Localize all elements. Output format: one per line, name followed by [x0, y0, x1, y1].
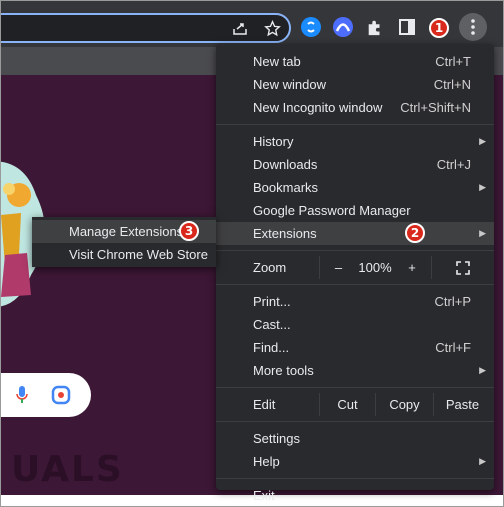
menu-divider [216, 124, 494, 125]
zoom-label: Zoom [253, 260, 287, 275]
cut-button[interactable]: Cut [319, 393, 375, 416]
menu-item-find[interactable]: Find... Ctrl+F [216, 336, 494, 359]
menu-label: Extensions [253, 226, 317, 241]
menu-item-extensions[interactable]: Extensions 2 ▶ [216, 222, 494, 245]
kebab-menu-button[interactable] [459, 13, 487, 41]
chrome-main-menu: New tab Ctrl+T New window Ctrl+N New Incog… [216, 44, 494, 503]
share-icon[interactable] [228, 16, 252, 40]
menu-item-password-manager[interactable]: Google Password Manager [216, 199, 494, 222]
menu-label: Exit [253, 488, 275, 503]
toolbar: 1 [1, 1, 503, 47]
menu-label: Downloads [253, 157, 318, 172]
menu-label: New window [253, 77, 326, 92]
submenu-item-manage-extensions[interactable]: Manage Extensions 3 [32, 220, 216, 243]
menu-shortcut: Ctrl+T [435, 54, 471, 69]
edit-row: Edit Cut Copy Paste [216, 393, 494, 416]
menu-divider [216, 387, 494, 388]
menu-label: Settings [253, 431, 300, 446]
menu-label: New Incognito window [253, 100, 383, 115]
menu-label: Help [253, 454, 280, 469]
submenu-arrow-icon: ▶ [479, 365, 486, 375]
zoom-row: Zoom – 100% + [216, 256, 494, 279]
menu-item-downloads[interactable]: Downloads Ctrl+J [216, 153, 494, 176]
menu-label: Cast... [253, 317, 291, 332]
edit-label: Edit [253, 397, 276, 412]
search-box[interactable] [1, 373, 91, 417]
menu-item-exit[interactable]: Exit [216, 484, 494, 506]
three-dots-icon [471, 19, 475, 35]
menu-item-settings[interactable]: Settings [216, 427, 494, 450]
zoom-in-button[interactable]: + [393, 256, 431, 279]
menu-item-print[interactable]: Print... Ctrl+P [216, 290, 494, 313]
step-badge-1: 1 [429, 18, 449, 38]
menu-item-cast[interactable]: Cast... [216, 313, 494, 336]
menu-shortcut: Ctrl+P [434, 294, 471, 309]
menu-item-new-window[interactable]: New window Ctrl+N [216, 73, 494, 96]
submenu-item-visit-web-store[interactable]: Visit Chrome Web Store [32, 243, 216, 266]
submenu-arrow-icon: ▶ [479, 228, 486, 238]
submenu-arrow-icon: ▶ [479, 136, 486, 146]
fullscreen-icon [455, 261, 470, 275]
menu-item-history[interactable]: History ▶ [216, 130, 494, 153]
side-panel-icon[interactable] [395, 15, 419, 39]
copy-button[interactable]: Copy [375, 393, 433, 416]
menu-label: Google Password Manager [253, 203, 411, 218]
step-badge-2: 2 [405, 223, 425, 243]
menu-label: History [253, 134, 294, 149]
menu-divider [216, 478, 494, 479]
submenu-label: Visit Chrome Web Store [69, 247, 208, 262]
menu-item-new-incognito[interactable]: New Incognito window Ctrl+Shift+N [216, 96, 494, 119]
extensions-submenu: Manage Extensions 3 Visit Chrome Web Sto… [32, 217, 216, 267]
menu-item-help[interactable]: Help ▶ [216, 450, 494, 473]
shazam-extension-icon[interactable] [299, 15, 323, 39]
menu-label: More tools [253, 363, 314, 378]
browser-window: 1 UALS New tab Ctrl+T New window Ctrl+N Ne… [0, 0, 504, 507]
menu-item-more-tools[interactable]: More tools ▶ [216, 359, 494, 382]
menu-divider [216, 421, 494, 422]
arc-extension-icon[interactable] [331, 15, 355, 39]
google-lens-icon[interactable] [51, 385, 71, 405]
submenu-label: Manage Extensions [69, 224, 184, 239]
paste-button[interactable]: Paste [433, 393, 491, 416]
microphone-icon[interactable] [15, 385, 29, 405]
menu-shortcut: Ctrl+J [436, 157, 471, 172]
submenu-arrow-icon: ▶ [479, 182, 486, 192]
menu-divider [216, 250, 494, 251]
menu-label: Print... [253, 294, 291, 309]
zoom-level: 100% [358, 260, 392, 275]
menu-label: New tab [253, 54, 301, 69]
watermark-logo: UALS [11, 449, 124, 490]
menu-shortcut: Ctrl+F [435, 340, 471, 355]
bookmark-star-icon[interactable] [260, 16, 284, 40]
menu-label: Bookmarks [253, 180, 319, 195]
fullscreen-button[interactable] [431, 256, 493, 279]
zoom-out-button[interactable]: – [319, 256, 357, 279]
menu-shortcut: Ctrl+Shift+N [400, 100, 471, 115]
menu-label: Find... [253, 340, 290, 355]
submenu-arrow-icon: ▶ [479, 456, 486, 466]
menu-item-new-tab[interactable]: New tab Ctrl+T [216, 50, 494, 73]
step-badge-3: 3 [179, 221, 199, 241]
menu-item-bookmarks[interactable]: Bookmarks ▶ [216, 176, 494, 199]
menu-shortcut: Ctrl+N [433, 77, 471, 92]
extensions-puzzle-icon[interactable] [363, 15, 387, 39]
menu-divider [216, 284, 494, 285]
